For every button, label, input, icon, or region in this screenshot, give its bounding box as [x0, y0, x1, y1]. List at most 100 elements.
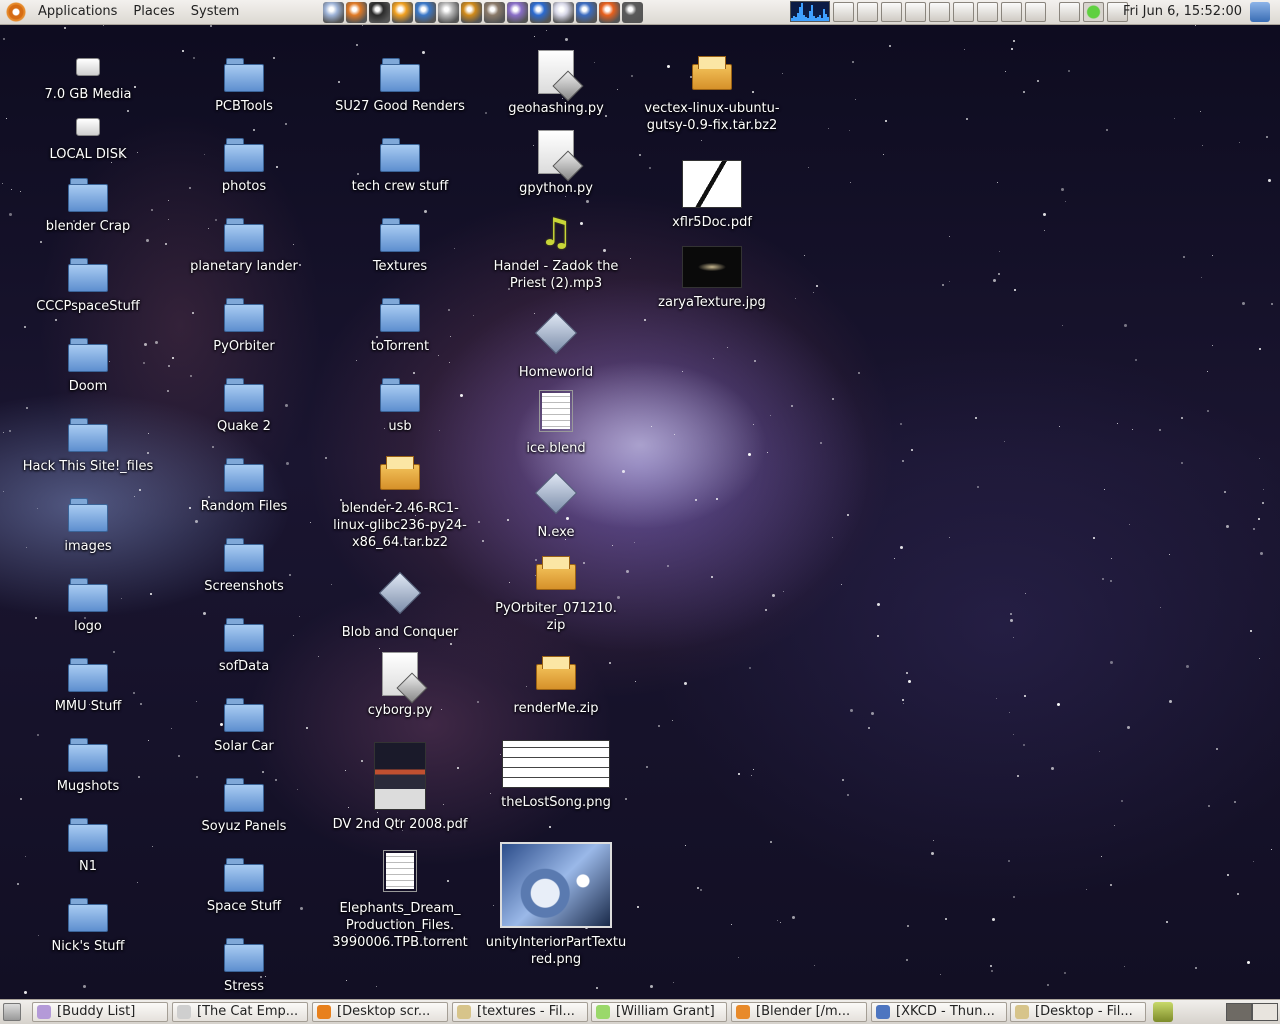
desktop-icon[interactable]: cyborg.py — [322, 652, 478, 719]
desktop-icon[interactable]: LOCAL DISK — [10, 112, 166, 163]
terminal-icon[interactable] — [369, 1, 391, 23]
window-list-icon[interactable] — [953, 1, 974, 22]
desktop-icon[interactable]: CCCPspaceStuff — [10, 252, 166, 315]
window-icon — [736, 1005, 750, 1019]
calculator-icon[interactable] — [622, 1, 644, 23]
taskbar-button[interactable]: [William Grant] — [591, 1002, 727, 1022]
desktop-icon[interactable]: Blob and Conquer — [322, 571, 478, 641]
taskbar-button[interactable]: [Buddy List] — [32, 1002, 168, 1022]
desktop-icon[interactable]: Screenshots — [166, 532, 322, 595]
desktop-icon[interactable]: Mugshots — [10, 732, 166, 795]
menu-system[interactable]: System — [183, 0, 247, 25]
show-desktop-button[interactable] — [3, 1003, 21, 1021]
clock[interactable]: Fri Jun 6, 15:52:00 — [1123, 0, 1242, 25]
desktop-icon[interactable]: tech crew stuff — [322, 132, 478, 195]
user-switch-icon[interactable] — [1250, 2, 1270, 22]
desktop-icon[interactable]: N1 — [10, 812, 166, 875]
money-icon[interactable] — [461, 1, 483, 23]
desktop-icon[interactable]: Soyuz Panels — [166, 772, 322, 835]
taskbar-button[interactable]: [Blender [/m... — [731, 1002, 867, 1022]
gimp-icon[interactable] — [484, 1, 506, 23]
folder-icon — [322, 212, 478, 256]
desktop-icon[interactable]: photos — [166, 132, 322, 195]
desktop-icon[interactable]: PyOrbiter_071210. zip — [478, 552, 634, 634]
taskbar-button[interactable]: [The Cat Emp... — [172, 1002, 308, 1022]
desktop-icon[interactable]: xflr5Doc.pdf — [634, 160, 790, 231]
desktop-icon[interactable]: toTorrent — [322, 292, 478, 355]
pidgin-icon[interactable] — [507, 1, 529, 23]
window-list-icon[interactable] — [881, 1, 902, 22]
system-monitor-graph[interactable] — [790, 1, 830, 22]
desktop-icon[interactable]: MMU Stuff — [10, 652, 166, 715]
window-list-icon[interactable] — [977, 1, 998, 22]
desktop-icon[interactable]: Stress — [166, 932, 322, 995]
desktop-icon[interactable]: Random Files — [166, 452, 322, 515]
update-icon[interactable] — [1059, 1, 1080, 22]
desktop-icon[interactable]: SU27 Good Renders — [322, 52, 478, 115]
desktop-icon-label: renderMe.zip — [513, 701, 599, 716]
desktop-icon[interactable]: unityInteriorPartTextu red.png — [478, 842, 634, 968]
desktop-icon[interactable]: logo — [10, 572, 166, 635]
desktop-icon[interactable]: Solar Car — [166, 692, 322, 755]
desktop-icon[interactable]: Hack This Site!_files — [10, 412, 166, 475]
desktop-icon[interactable]: renderMe.zip — [478, 652, 634, 717]
window-list-icon[interactable] — [857, 1, 878, 22]
taskbar-button[interactable]: [textures - Fil... — [452, 1002, 588, 1022]
ubuntu-logo-icon[interactable] — [6, 2, 26, 22]
desktop-icon[interactable]: Homeworld — [478, 311, 634, 381]
workspace-2[interactable] — [1252, 1003, 1278, 1021]
desktop-icon[interactable]: vectex-linux-ubuntu- gutsy-0.9-fix.tar.b… — [634, 52, 790, 134]
volume-icon[interactable] — [1025, 1, 1046, 22]
desktop-icon[interactable]: Doom — [10, 332, 166, 395]
desktop-icon[interactable]: theLostSong.png — [478, 740, 634, 811]
taskbar-button[interactable]: [Desktop scr... — [312, 1002, 448, 1022]
desktop-icon[interactable]: Textures — [322, 212, 478, 275]
desktop-icon-label: toTorrent — [370, 339, 430, 354]
menu-places[interactable]: Places — [125, 0, 182, 25]
desktop-icon[interactable]: DV 2nd Qtr 2008.pdf — [322, 742, 478, 833]
desktop-icon[interactable]: ice.blend — [478, 390, 634, 457]
firefox-browser-icon[interactable] — [599, 1, 621, 23]
executable-icon — [478, 471, 634, 522]
desktop-icon[interactable]: N.exe — [478, 471, 634, 541]
taskbar-button[interactable]: [XKCD - Thun... — [871, 1002, 1007, 1022]
file-browser-icon[interactable] — [323, 1, 345, 23]
desktop-icon[interactable]: gpython.py — [478, 130, 634, 197]
desktop-icon[interactable]: 7.0 GB Media — [10, 52, 166, 103]
desktop-icon[interactable]: usb — [322, 372, 478, 435]
status-online-icon[interactable] — [1083, 1, 1104, 22]
cards-icon[interactable] — [553, 1, 575, 23]
trash-icon[interactable] — [1153, 1002, 1173, 1022]
firefox-icon[interactable] — [346, 1, 368, 23]
vlc-icon[interactable] — [392, 1, 414, 23]
workspace-1[interactable] — [1226, 1003, 1252, 1021]
taskbar-button[interactable]: [Desktop - Fil... — [1010, 1002, 1146, 1022]
desktop-icon-label: N1 — [79, 859, 97, 874]
desktop-icon[interactable]: planetary lander — [166, 212, 322, 275]
desktop-icon[interactable]: PCBTools — [166, 52, 322, 115]
desktop-icon[interactable]: Elephants_Dream_ Production_Files. 39900… — [322, 850, 478, 951]
folder-icon — [166, 532, 322, 576]
window-list-icon[interactable] — [905, 1, 926, 22]
desktop-icon[interactable]: images — [10, 492, 166, 555]
desktop-icon[interactable]: Space Stuff — [166, 852, 322, 915]
menu-applications[interactable]: Applications — [30, 0, 125, 25]
image-thumbnail-icon — [478, 740, 634, 792]
desktop-icon[interactable]: zaryaTexture.jpg — [634, 246, 790, 311]
desktop-icon[interactable]: PyOrbiter — [166, 292, 322, 355]
thunderbird-icon[interactable] — [576, 1, 598, 23]
system-tray — [790, 1, 1128, 22]
desktop-icon[interactable]: Quake 2 — [166, 372, 322, 435]
desktop-icon[interactable]: geohashing.py — [478, 50, 634, 117]
keyboard-icon[interactable] — [1001, 1, 1022, 22]
desktop-icon[interactable]: blender-2.46-RC1- linux-glibc236-py24- x… — [322, 452, 478, 551]
desktop-icon[interactable]: sofData — [166, 612, 322, 675]
window-list-icon[interactable] — [929, 1, 950, 22]
desktop-icon[interactable]: ♫ Handel - Zadok the Priest (2).mp3 — [478, 212, 634, 292]
desktop-icon[interactable]: blender Crap — [10, 172, 166, 235]
settings-icon[interactable] — [438, 1, 460, 23]
lock-icon[interactable] — [833, 1, 854, 22]
system-monitor-icon[interactable] — [415, 1, 437, 23]
blender-icon[interactable] — [530, 1, 552, 23]
desktop-icon[interactable]: Nick's Stuff — [10, 892, 166, 955]
